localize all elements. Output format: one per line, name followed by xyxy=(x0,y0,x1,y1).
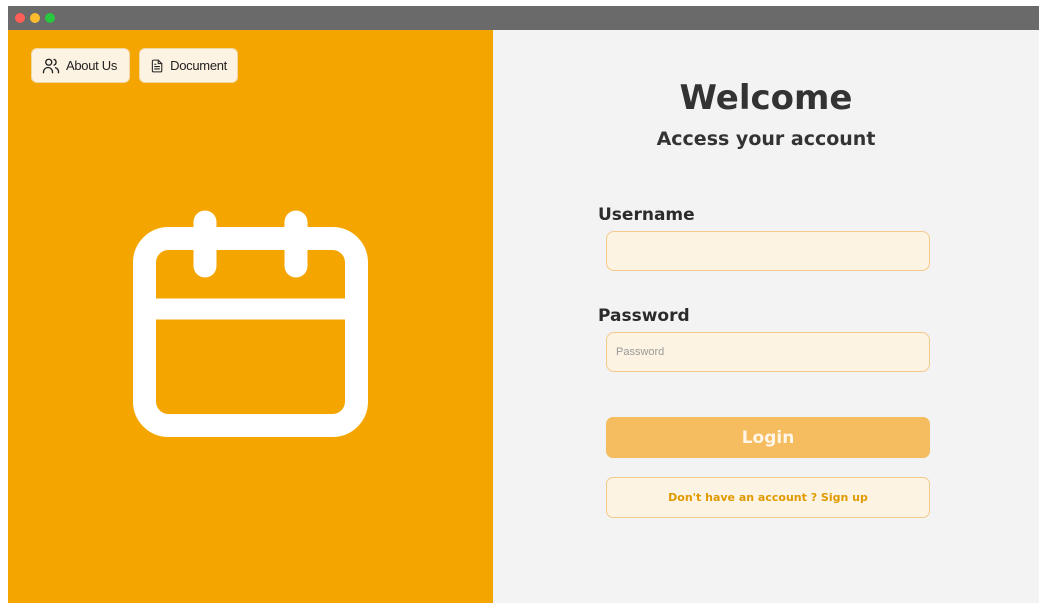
password-input[interactable] xyxy=(606,332,930,372)
close-window-button[interactable] xyxy=(15,13,25,23)
document-button[interactable]: Document xyxy=(139,48,238,83)
document-label: Document xyxy=(170,58,227,73)
welcome-subtitle: Access your account xyxy=(656,128,876,150)
username-input[interactable] xyxy=(606,231,930,271)
left-panel: About Us Document xyxy=(8,30,493,603)
login-panel: Welcome Access your account Username Pas… xyxy=(493,30,1039,603)
signup-link-button[interactable]: Don't have an account ? Sign up xyxy=(606,477,930,518)
document-icon xyxy=(151,59,163,72)
about-us-label: About Us xyxy=(66,58,118,73)
users-icon xyxy=(42,58,60,73)
calendar-icon xyxy=(133,210,368,437)
login-button[interactable]: Login xyxy=(606,417,930,458)
password-label: Password xyxy=(598,306,690,326)
minimize-window-button[interactable] xyxy=(30,13,40,23)
username-label: Username xyxy=(598,205,695,225)
welcome-title: Welcome xyxy=(679,78,853,118)
title-bar xyxy=(8,6,1039,30)
maximize-window-button[interactable] xyxy=(45,13,55,23)
app-window: About Us Document Welcome Access your ac… xyxy=(8,6,1039,603)
about-us-button[interactable]: About Us xyxy=(31,48,130,83)
